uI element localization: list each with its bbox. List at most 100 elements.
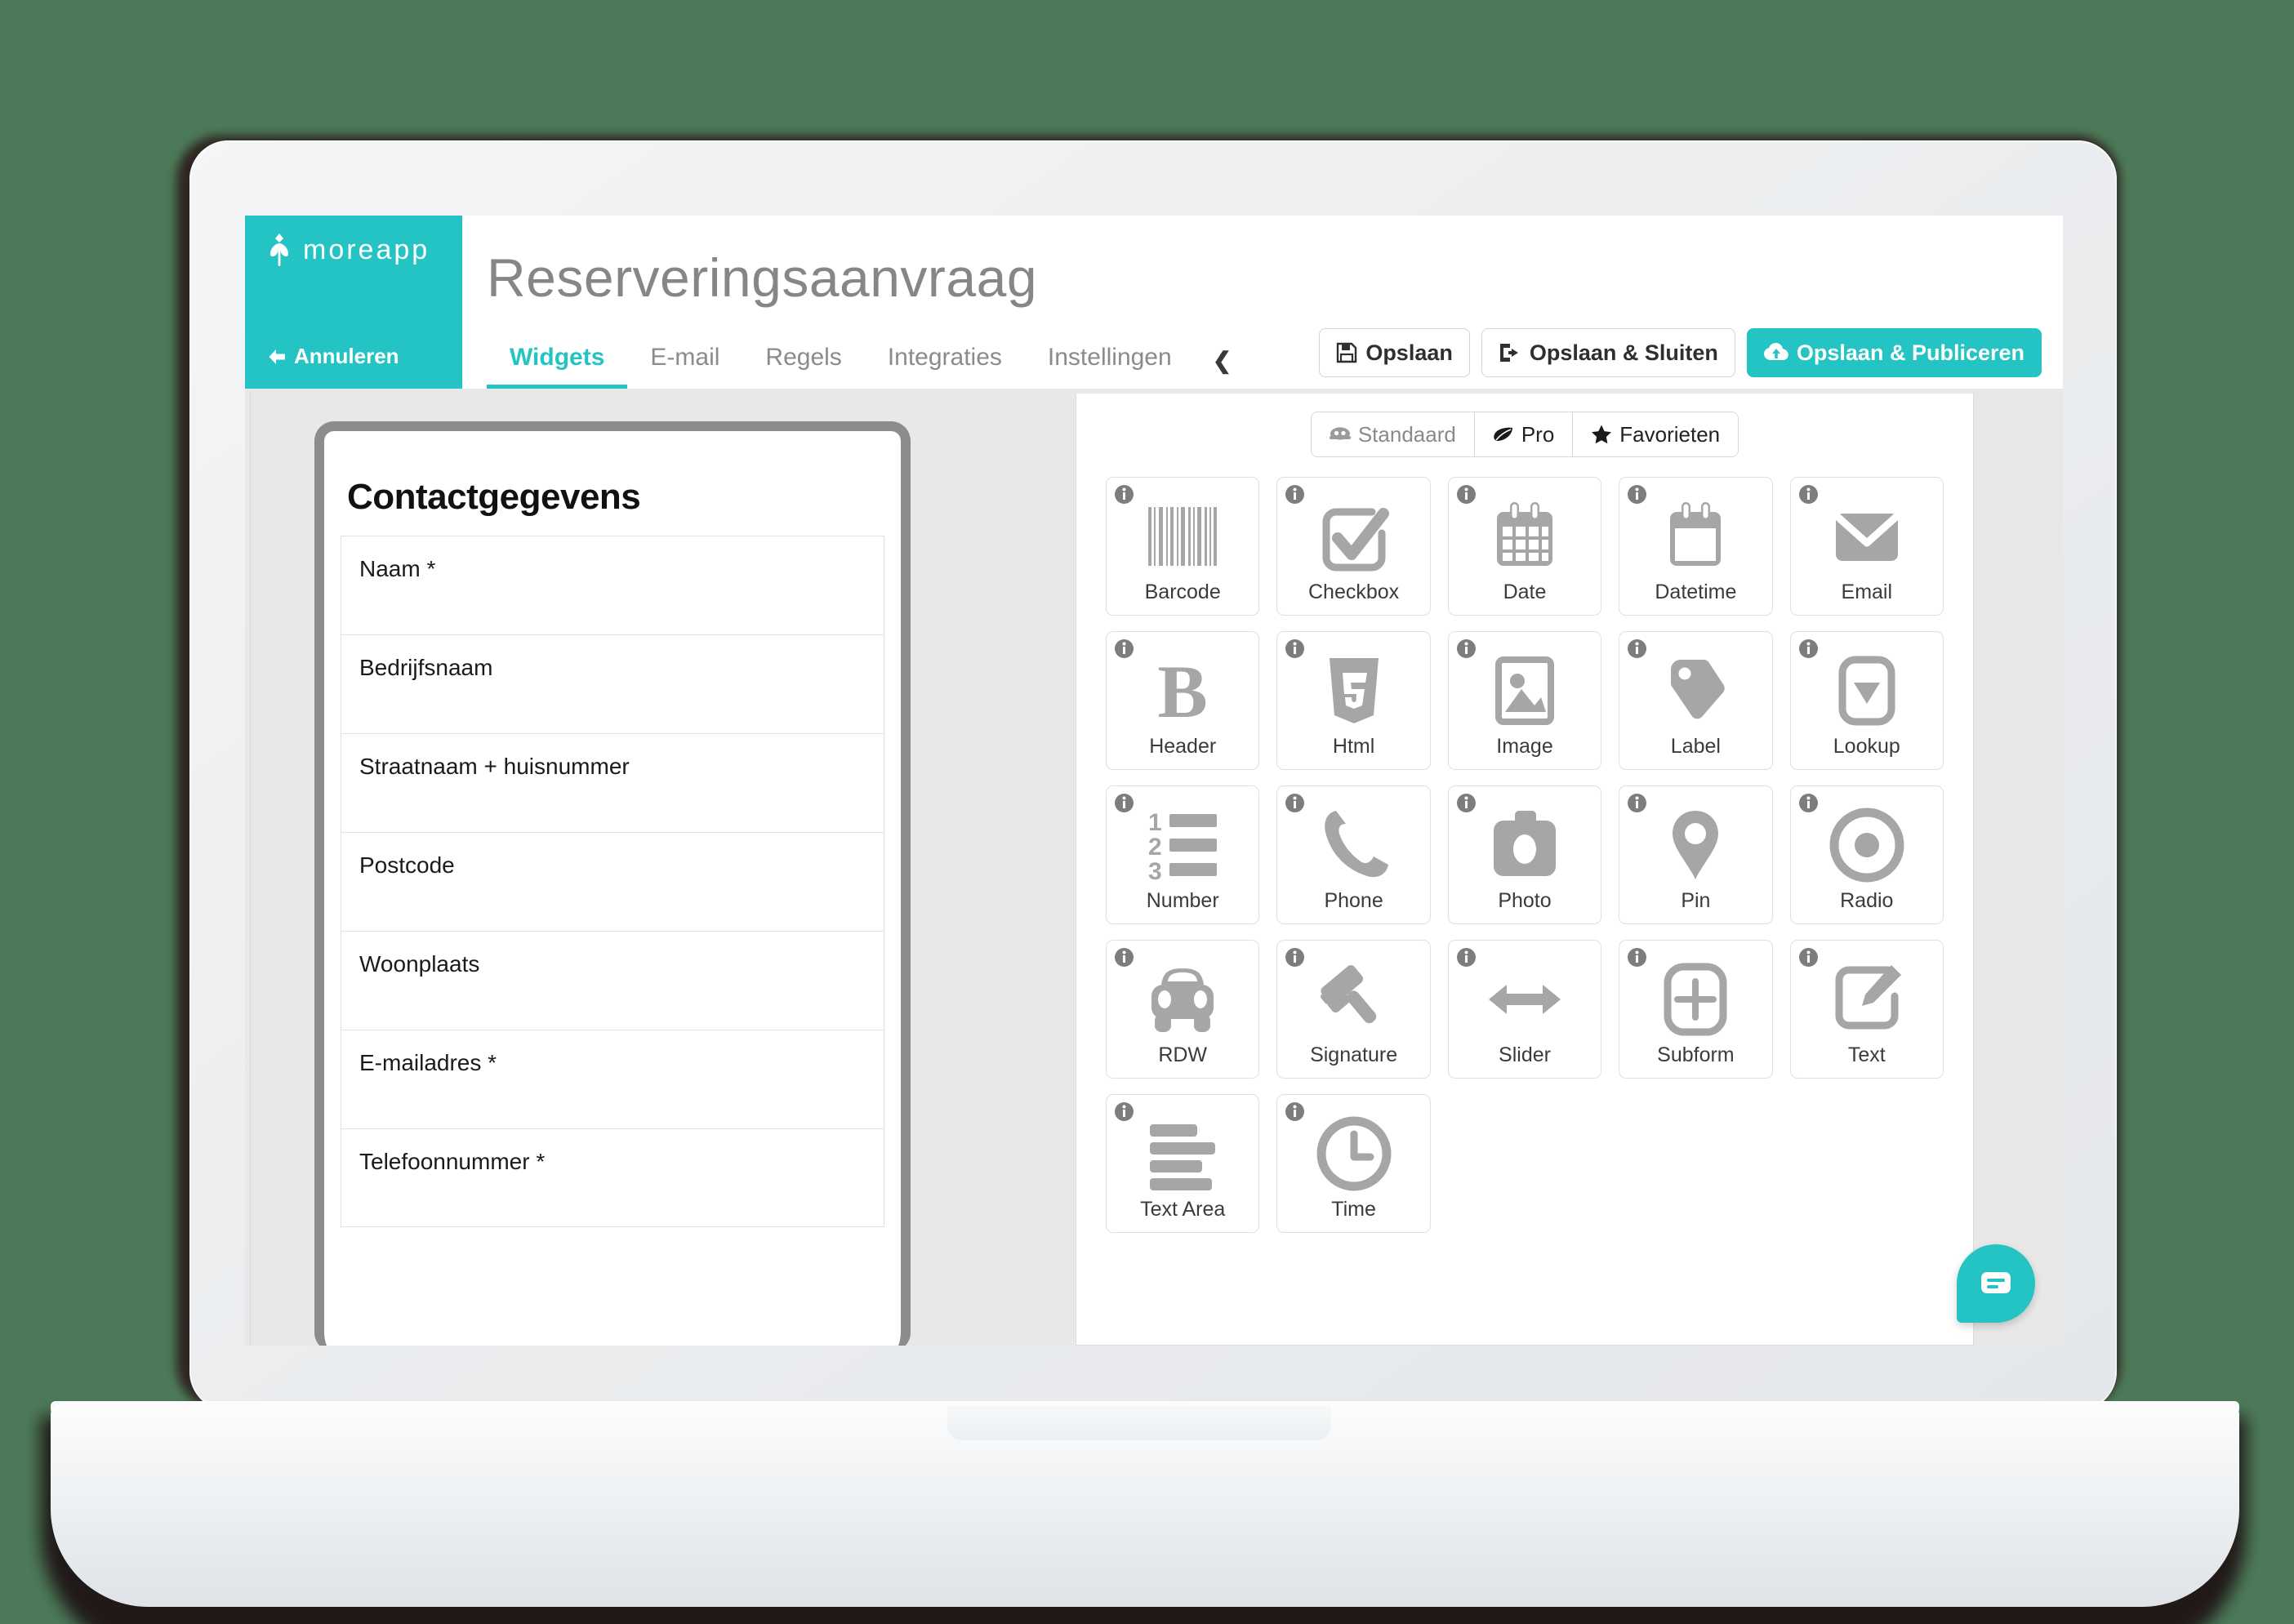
form-field-row[interactable]: Telefoonnummer * (341, 1128, 884, 1227)
widget-tile-phone[interactable]: Phone (1276, 785, 1431, 924)
tab-widgets[interactable]: Widgets (487, 344, 628, 389)
info-icon[interactable] (1456, 947, 1477, 968)
tab-instellingen[interactable]: Instellingen (1025, 344, 1195, 389)
letter-b-icon: B (1143, 648, 1222, 733)
tab-pro[interactable]: Pro (1473, 412, 1573, 457)
form-field-label: Naam * (359, 556, 436, 581)
chat-icon (1981, 1272, 2011, 1293)
tag-icon (1656, 648, 1735, 733)
widget-tile-rdw[interactable]: RDW (1106, 940, 1260, 1079)
widget-label: Datetime (1655, 581, 1737, 603)
tab-integraties[interactable]: Integraties (865, 344, 1025, 389)
info-icon[interactable] (1285, 793, 1305, 813)
arrow-left-icon (269, 349, 285, 364)
info-icon[interactable] (1114, 484, 1134, 505)
widget-tile-signature[interactable]: Signature (1276, 940, 1431, 1079)
widget-label: Text (1847, 1043, 1886, 1066)
info-icon[interactable] (1285, 947, 1305, 968)
info-icon[interactable] (1114, 793, 1134, 813)
tab-email[interactable]: E-mail (627, 344, 742, 389)
svg-text:1: 1 (1148, 809, 1162, 836)
widget-tile-lookup[interactable]: Lookup (1789, 631, 1944, 770)
tab-favorieten[interactable]: Favorieten (1572, 412, 1739, 457)
info-icon[interactable] (1285, 638, 1305, 659)
tab-favorieten-label: Favorieten (1619, 421, 1721, 447)
leaf-icon (270, 234, 288, 266)
widget-tile-time[interactable]: Time (1276, 1094, 1431, 1233)
widget-tile-photo[interactable]: Photo (1447, 785, 1602, 924)
widget-tile-subform[interactable]: Subform (1619, 940, 1773, 1079)
widget-label: Date (1503, 581, 1547, 603)
save-and-publish-label: Opslaan & Publiceren (1796, 340, 2025, 365)
save-and-close-button[interactable]: Opslaan & Sluiten (1481, 328, 1735, 377)
info-icon[interactable] (1114, 947, 1134, 968)
save-and-publish-button[interactable]: Opslaan & Publiceren (1746, 328, 2042, 377)
form-field-row[interactable]: E-mailadres * (341, 1030, 884, 1128)
widget-tile-pin[interactable]: Pin (1619, 785, 1773, 924)
widget-tile-radio[interactable]: Radio (1789, 785, 1944, 924)
info-icon[interactable] (1285, 1101, 1305, 1122)
form-field-row[interactable]: Bedrijfsnaam (341, 634, 884, 733)
widget-label: Signature (1310, 1043, 1398, 1066)
cancel-button[interactable]: Annuleren (266, 344, 399, 369)
car-icon (1143, 957, 1222, 1042)
html5-icon (1315, 648, 1393, 733)
form-field-row[interactable]: Postcode (341, 832, 884, 931)
info-icon[interactable] (1627, 484, 1647, 505)
widget-label: Image (1496, 735, 1553, 758)
info-icon[interactable] (1798, 947, 1819, 968)
phone-preview-frame: Contactgegevens Naam * Bedrijfsnaam Stra… (314, 421, 911, 1346)
info-icon[interactable] (1456, 484, 1477, 505)
widget-label: Photo (1498, 889, 1552, 912)
info-icon[interactable] (1114, 1101, 1134, 1122)
widget-label: Subform (1657, 1043, 1735, 1066)
widget-label: Pin (1681, 889, 1711, 912)
widget-label: Phone (1324, 889, 1383, 912)
form-field-label: Woonplaats (359, 951, 480, 977)
widget-label: Lookup (1833, 735, 1900, 758)
tab-regels[interactable]: Regels (742, 344, 864, 389)
widget-tile-image[interactable]: Image (1447, 631, 1602, 770)
tab-standaard[interactable]: Standaard (1310, 412, 1474, 457)
map-pin-icon (1656, 803, 1735, 888)
info-icon[interactable] (1285, 484, 1305, 505)
widget-tile-label[interactable]: Label (1619, 631, 1773, 770)
info-icon[interactable] (1798, 638, 1819, 659)
form-preview-pane: Contactgegevens Naam * Bedrijfsnaam Stra… (250, 394, 1069, 1346)
widget-tile-header[interactable]: B Header (1106, 631, 1260, 770)
form-field-row[interactable]: Naam * (341, 536, 884, 634)
widget-tile-html[interactable]: Html (1276, 631, 1431, 770)
widget-tile-datetime[interactable]: Datetime (1619, 477, 1773, 616)
widget-tile-slider[interactable]: Slider (1447, 940, 1602, 1079)
form-field-row[interactable]: Straatnaam + huisnummer (341, 733, 884, 832)
widget-tile-text-area[interactable]: Text Area (1106, 1094, 1260, 1233)
tab-standaard-label: Standaard (1357, 421, 1456, 447)
widget-tile-email[interactable]: Email (1789, 477, 1944, 616)
cancel-label: Annuleren (294, 344, 399, 368)
info-icon[interactable] (1114, 638, 1134, 659)
widget-tile-checkbox[interactable]: Checkbox (1276, 477, 1431, 616)
info-icon[interactable] (1627, 638, 1647, 659)
widget-label: Barcode (1144, 581, 1221, 603)
save-and-close-label: Opslaan & Sluiten (1529, 340, 1718, 365)
info-icon[interactable] (1798, 484, 1819, 505)
widget-tile-barcode[interactable]: Barcode (1106, 477, 1260, 616)
info-icon[interactable] (1456, 793, 1477, 813)
app-header: moreapp Annuleren Reserveringsaanvraag W… (245, 216, 2063, 389)
widget-tile-text[interactable]: Text (1789, 940, 1944, 1079)
widget-tile-date[interactable]: Date (1447, 477, 1602, 616)
cloud-upload-icon (1763, 343, 1788, 360)
plus-square-icon (1656, 957, 1735, 1042)
widget-tile-number[interactable]: 123 Number (1106, 785, 1260, 924)
chat-launcher-button[interactable] (1957, 1244, 2035, 1323)
form-field-row[interactable]: Woonplaats (341, 931, 884, 1030)
leaf-pro-icon (1494, 427, 1512, 441)
info-icon[interactable] (1627, 793, 1647, 813)
widget-grid: Barcode Checkbox Date Datetime Email B H… (1076, 457, 1973, 1233)
chevron-left-icon[interactable]: ❮ (1195, 347, 1249, 389)
info-icon[interactable] (1798, 793, 1819, 813)
widget-category-tabs: Standaard Pro Favorieten (1076, 394, 1973, 457)
info-icon[interactable] (1627, 947, 1647, 968)
info-icon[interactable] (1456, 638, 1477, 659)
save-button[interactable]: Opslaan (1319, 328, 1470, 377)
